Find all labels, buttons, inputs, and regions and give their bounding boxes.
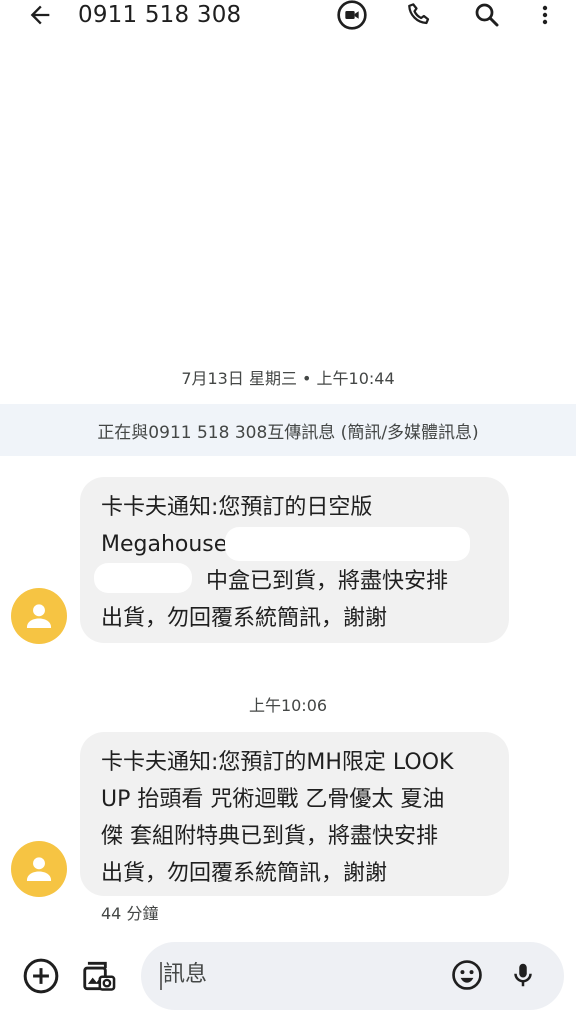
more-vert-icon[interactable]	[528, 0, 562, 30]
messaging-mode-banner: 正在與0911 518 308互傳訊息 (簡訊/多媒體訊息)	[0, 404, 576, 456]
message-line: 傑 套組附特典已到貨，將盡快安排	[101, 824, 438, 849]
message-bubble[interactable]: 卡卡夫通知:您預訂的日空版 Megahouse 中盒已到貨，將盡快安排 出貨，勿…	[80, 477, 509, 643]
video-call-icon[interactable]	[333, 0, 371, 30]
redaction-mark	[94, 563, 192, 593]
message-line: UP 抬頭看 咒術迴戰 乙骨優太 夏油	[101, 787, 445, 812]
time-separator: 上午10:06	[248, 696, 328, 715]
redaction-mark	[225, 527, 470, 561]
message-input-placeholder: 訊息	[163, 962, 208, 987]
person-icon	[26, 857, 52, 882]
message-timestamp: 44 分鐘	[101, 904, 159, 923]
person-icon	[26, 604, 52, 629]
mode-banner-text: 正在與0911 518 308互傳訊息 (簡訊/多媒體訊息)	[97, 422, 479, 443]
contact-avatar[interactable]	[11, 841, 67, 897]
phone-icon[interactable]	[401, 0, 439, 30]
top-app-bar: 0911 518 308	[0, 0, 576, 30]
message-line: 卡卡夫通知:您預訂的日空版	[101, 495, 373, 520]
gallery-icon[interactable]	[78, 955, 120, 997]
back-arrow-icon[interactable]	[22, 0, 58, 30]
contact-avatar[interactable]	[11, 588, 67, 644]
message-line: 出貨，勿回覆系統簡訊，謝謝	[101, 606, 388, 631]
date-separator: 7月13日 星期三 • 上午10:44	[181, 369, 395, 388]
message-bubble[interactable]: 卡卡夫通知:您預訂的MH限定 LOOK UP 抬頭看 咒術迴戰 乙骨優太 夏油 …	[80, 732, 509, 896]
search-icon[interactable]	[468, 0, 506, 30]
text-cursor	[160, 962, 162, 990]
emoji-icon[interactable]	[447, 955, 487, 995]
message-line: 卡卡夫通知:您預訂的MH限定 LOOK	[101, 750, 454, 775]
add-circle-icon[interactable]	[20, 955, 62, 997]
message-line: 出貨，勿回覆系統簡訊，謝謝	[101, 861, 388, 886]
mic-icon[interactable]	[505, 955, 541, 995]
contact-title: 0911 518 308	[78, 2, 242, 28]
